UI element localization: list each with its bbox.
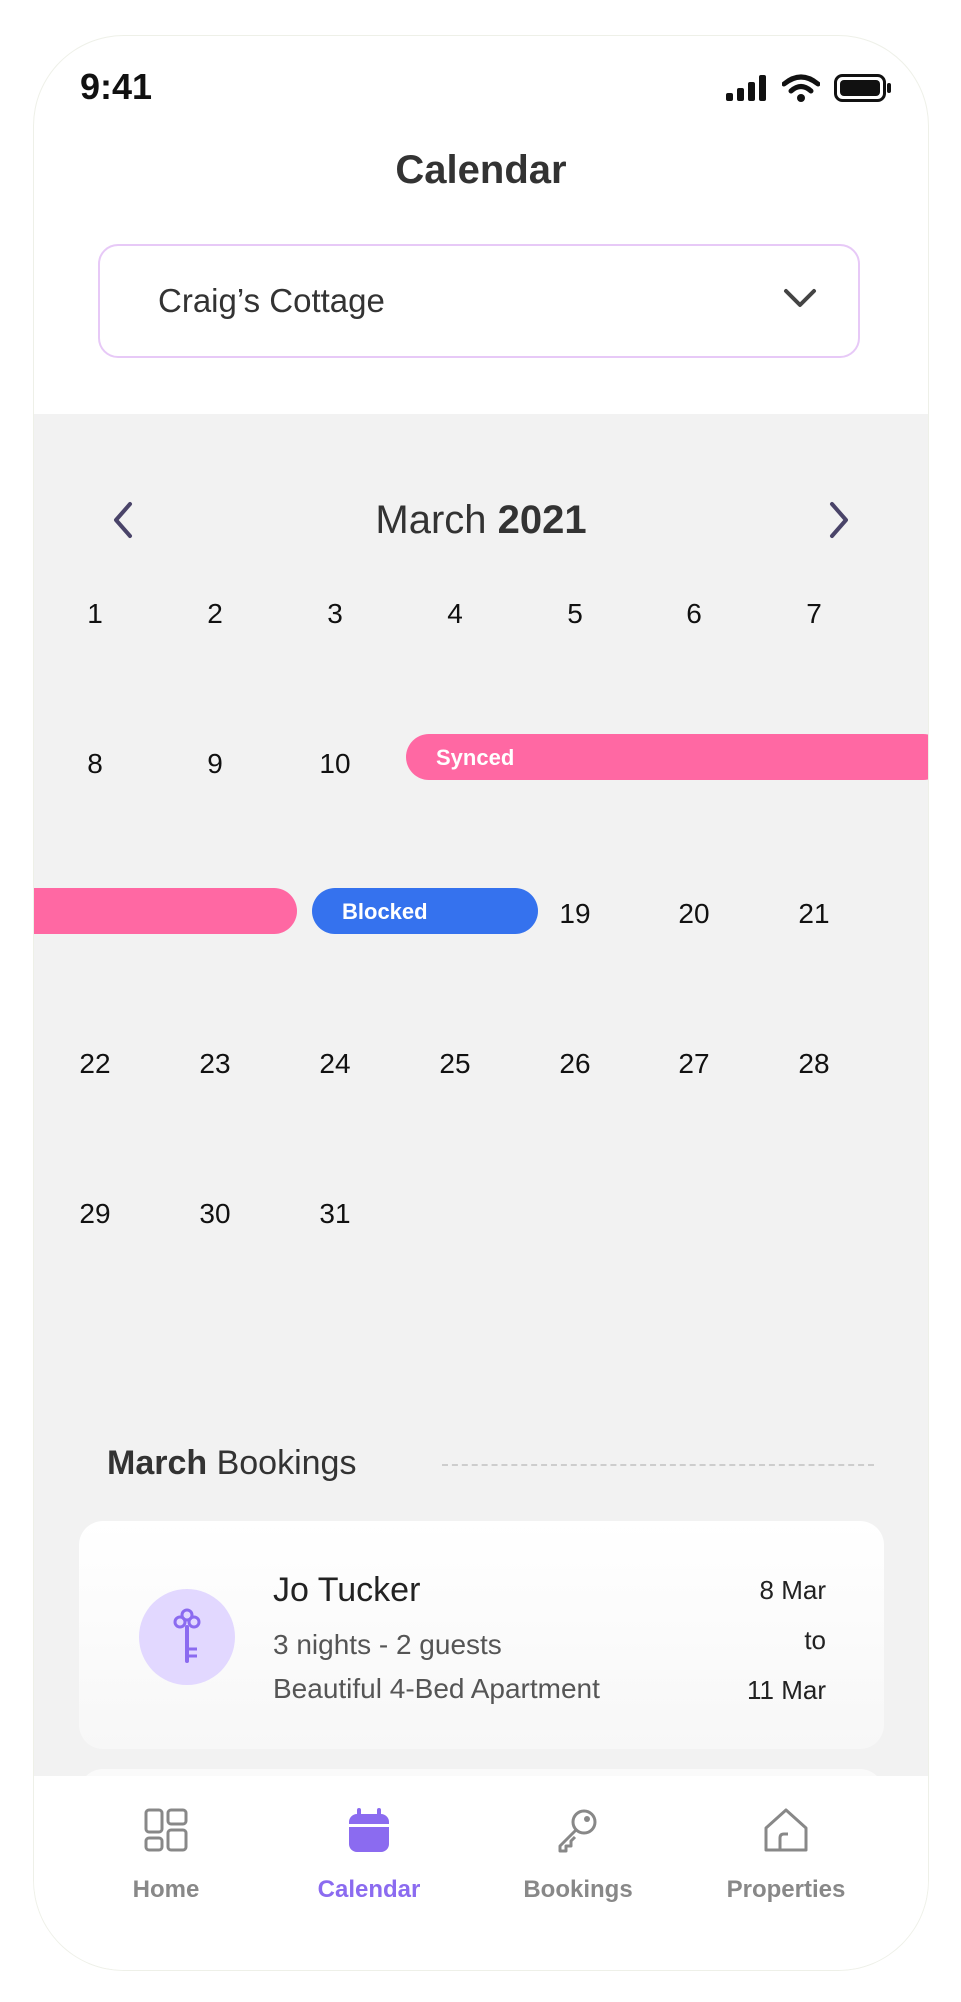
- calendar-day[interactable]: 9: [175, 748, 255, 780]
- tab-label-home: Home: [132, 1876, 200, 1903]
- battery-icon: [834, 74, 891, 102]
- booking-end-date: 11 Mar: [747, 1675, 826, 1705]
- event-bar-blocked[interactable]: Blocked: [312, 888, 538, 934]
- booking-property: Beautiful 4-Bed Apartment: [273, 1673, 600, 1704]
- chevron-down-icon: [784, 289, 816, 307]
- calendar-day[interactable]: 4: [415, 598, 495, 630]
- calendar-day[interactable]: 7: [774, 598, 854, 630]
- section-divider: [442, 1464, 874, 1466]
- booking-date-separator: to: [804, 1625, 826, 1655]
- calendar-day[interactable]: 10: [295, 748, 375, 780]
- tab-label-calendar: Calendar: [317, 1876, 421, 1903]
- event-label-synced: Synced: [436, 745, 515, 770]
- calendar-day[interactable]: 2: [175, 598, 255, 630]
- calendar-day[interactable]: 31: [295, 1198, 375, 1230]
- calendar-day[interactable]: 6: [654, 598, 734, 630]
- key-icon: [173, 1608, 201, 1663]
- calendar-day[interactable]: 1: [55, 598, 135, 630]
- calendar-day[interactable]: 8: [55, 748, 135, 780]
- status-icons: [726, 74, 892, 102]
- wifi-icon: [782, 74, 820, 102]
- status-bar: 9:41: [34, 36, 928, 146]
- month-label: March 2021: [34, 498, 928, 543]
- calendar-day[interactable]: 20: [654, 898, 734, 930]
- calendar-day[interactable]: 21: [774, 898, 854, 930]
- calendar-day[interactable]: 22: [55, 1048, 135, 1080]
- key-icon: [558, 1809, 597, 1853]
- calendar-day[interactable]: 27: [654, 1048, 734, 1080]
- calendar-panel: March 2021 12345678910111213141516171819…: [34, 414, 928, 1889]
- event-bar-synced[interactable]: Synced: [406, 734, 928, 780]
- tab-bar: Home Calendar Bookings Properties: [34, 1776, 928, 1970]
- calendar-day[interactable]: 30: [175, 1198, 255, 1230]
- event-bar-synced-continued[interactable]: [34, 888, 297, 934]
- booking-card[interactable]: Jo Tucker 3 nights - 2 guests Beautiful …: [79, 1521, 884, 1749]
- page-title: Calendar: [395, 148, 567, 192]
- tab-label-properties: Properties: [726, 1876, 846, 1903]
- month-year: 2021: [497, 498, 587, 542]
- calendar-day[interactable]: 5: [535, 598, 615, 630]
- house-icon: [764, 1808, 808, 1852]
- bookings-title-month: March: [107, 1444, 208, 1482]
- tab-label-bookings: Bookings: [523, 1876, 633, 1903]
- calendar-day[interactable]: 3: [295, 598, 375, 630]
- signal-icon: [726, 75, 766, 101]
- bookings-title-rest: Bookings: [207, 1444, 357, 1482]
- chevron-right-icon[interactable]: [826, 500, 852, 540]
- calendar-icon: [349, 1808, 389, 1852]
- booking-details: 3 nights - 2 guests: [273, 1629, 502, 1660]
- calendar-day[interactable]: 25: [415, 1048, 495, 1080]
- status-time: 9:41: [80, 66, 153, 107]
- month-name: March: [375, 498, 487, 542]
- calendar-day[interactable]: 26: [535, 1048, 615, 1080]
- property-select-value: Craig’s Cottage: [158, 282, 385, 319]
- month-navigator: March 2021: [34, 492, 928, 552]
- booking-avatar: [139, 1589, 235, 1685]
- calendar-day[interactable]: 24: [295, 1048, 375, 1080]
- calendar-day[interactable]: 23: [175, 1048, 255, 1080]
- property-select[interactable]: Craig’s Cottage: [98, 244, 860, 358]
- event-label-blocked: Blocked: [342, 899, 428, 924]
- booking-start-date: 8 Mar: [759, 1575, 826, 1605]
- calendar-day[interactable]: 29: [55, 1198, 135, 1230]
- calendar-day[interactable]: 19: [535, 898, 615, 930]
- phone-frame: 9:41 Calendar Craig’s Cottage March 2021…: [34, 36, 928, 1970]
- grid-icon: [144, 1808, 188, 1852]
- booking-guest-name: Jo Tucker: [273, 1571, 421, 1609]
- calendar-day[interactable]: 28: [774, 1048, 854, 1080]
- bookings-section-title: March Bookings: [107, 1444, 356, 1483]
